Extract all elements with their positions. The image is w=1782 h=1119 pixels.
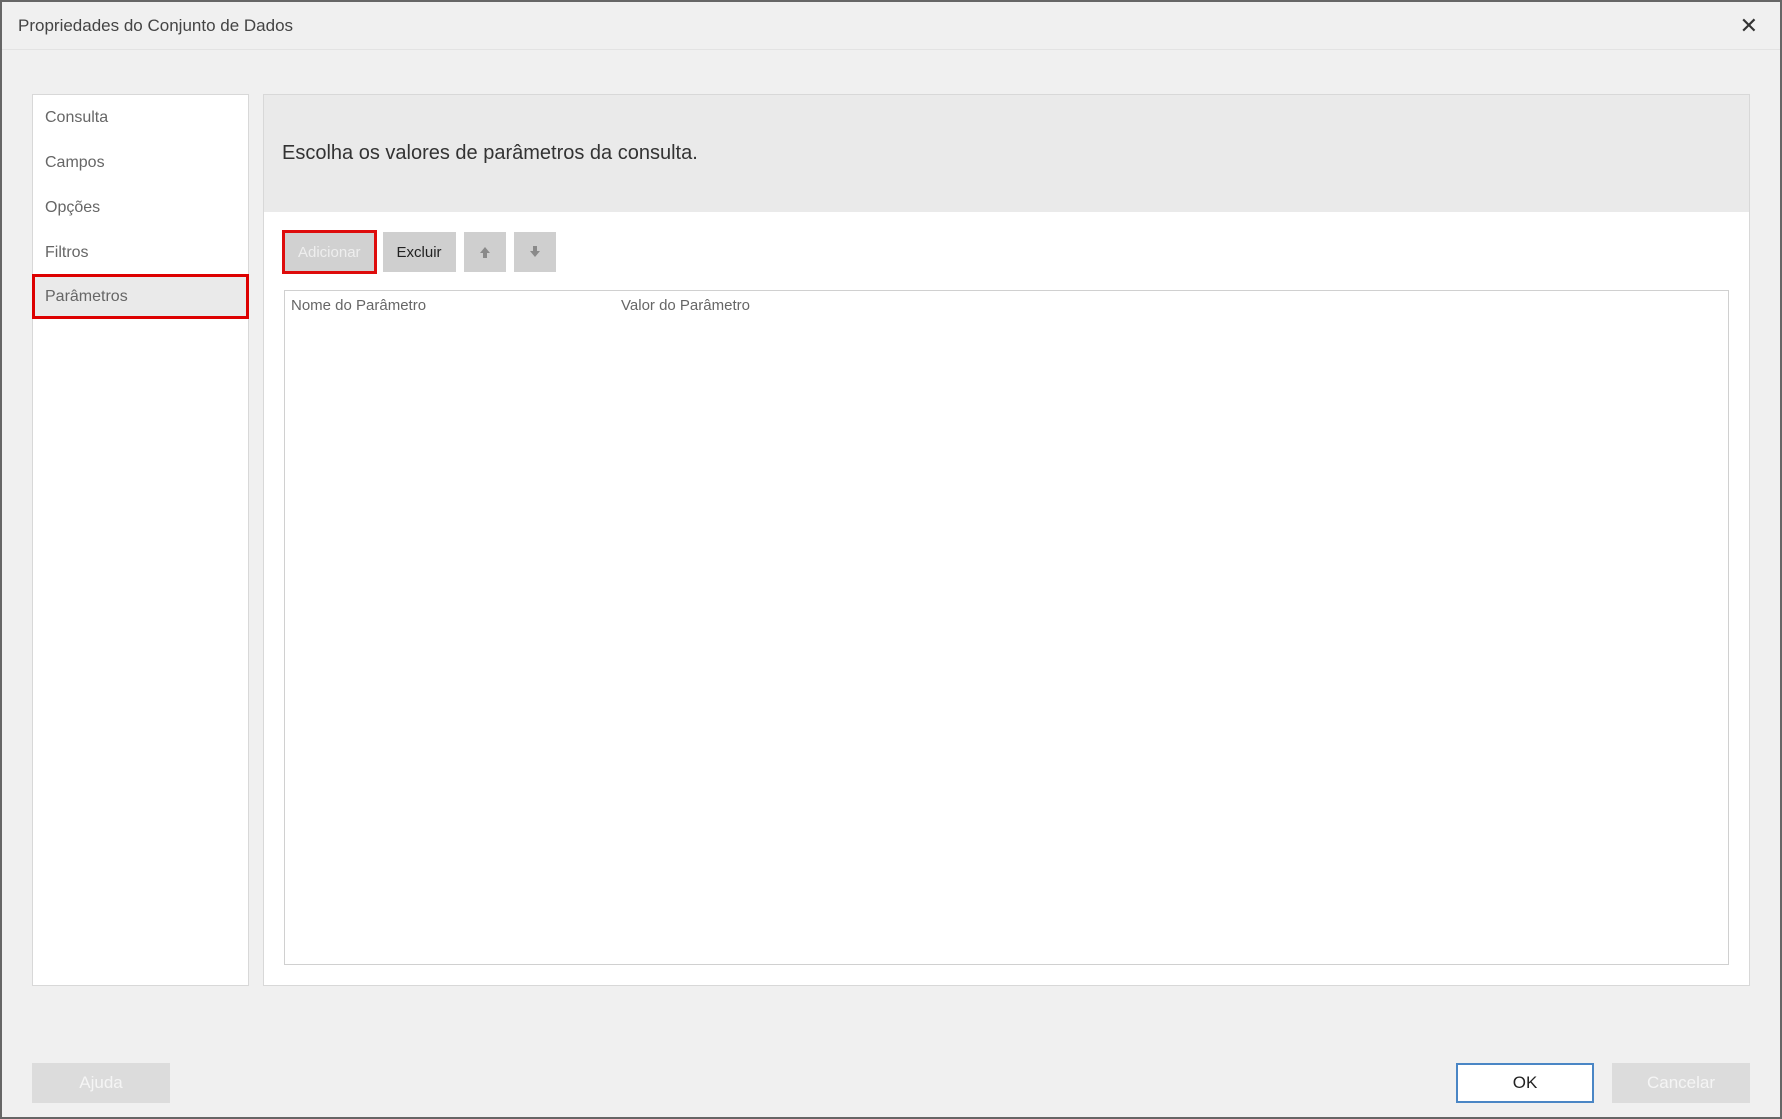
arrow-down-icon: [527, 244, 543, 260]
titlebar: Propriedades do Conjunto de Dados ✕: [2, 2, 1780, 50]
dialog-frame: Propriedades do Conjunto de Dados ✕ Cons…: [0, 0, 1782, 1119]
main-body: Adicionar Excluir: [264, 212, 1749, 985]
sidebar-item-label: Campos: [45, 154, 105, 172]
sidebar-item-label: Consulta: [45, 109, 108, 127]
dialog-title: Propriedades do Conjunto de Dados: [18, 16, 293, 36]
instruction-text: Escolha os valores de parâmetros da cons…: [282, 142, 698, 165]
sidebar-item-opcoes[interactable]: Opções: [33, 185, 248, 230]
sidebar-item-filtros[interactable]: Filtros: [33, 230, 248, 275]
column-header-name: Nome do Parâmetro: [291, 297, 621, 314]
add-button-label: Adicionar: [298, 244, 361, 261]
move-down-button[interactable]: [514, 232, 556, 272]
grid-body-empty: [285, 319, 1728, 964]
column-header-value: Valor do Parâmetro: [621, 297, 1728, 314]
close-icon[interactable]: ✕: [1740, 15, 1758, 37]
sidebar-item-consulta[interactable]: Consulta: [33, 95, 248, 140]
ok-button-label: OK: [1513, 1073, 1538, 1093]
grid-header: Nome do Parâmetro Valor do Parâmetro: [285, 291, 1728, 319]
sidebar-item-label: Opções: [45, 199, 100, 217]
help-button[interactable]: Ajuda: [32, 1063, 170, 1103]
parameters-grid[interactable]: Nome do Parâmetro Valor do Parâmetro: [284, 290, 1729, 965]
arrow-up-icon: [477, 244, 493, 260]
delete-button[interactable]: Excluir: [383, 232, 456, 272]
move-up-button[interactable]: [464, 232, 506, 272]
sidebar-item-label: Filtros: [45, 244, 89, 262]
content-row: Consulta Campos Opções Filtros Parâmetro…: [32, 94, 1750, 986]
toolbar: Adicionar Excluir: [284, 232, 1729, 272]
sidebar-item-campos[interactable]: Campos: [33, 140, 248, 185]
dialog-footer: Ajuda OK Cancelar: [32, 1063, 1750, 1103]
main-instruction: Escolha os valores de parâmetros da cons…: [264, 95, 1749, 212]
sidebar-item-label: Parâmetros: [45, 288, 128, 306]
add-button[interactable]: Adicionar: [284, 232, 375, 272]
dialog-body: Consulta Campos Opções Filtros Parâmetro…: [2, 50, 1780, 1117]
delete-button-label: Excluir: [397, 244, 442, 261]
sidebar-item-parametros[interactable]: Parâmetros: [32, 274, 249, 319]
cancel-button-label: Cancelar: [1647, 1073, 1715, 1093]
help-button-label: Ajuda: [79, 1073, 122, 1093]
main-panel: Escolha os valores de parâmetros da cons…: [263, 94, 1750, 986]
cancel-button[interactable]: Cancelar: [1612, 1063, 1750, 1103]
ok-button[interactable]: OK: [1456, 1063, 1594, 1103]
sidebar: Consulta Campos Opções Filtros Parâmetro…: [32, 94, 249, 986]
